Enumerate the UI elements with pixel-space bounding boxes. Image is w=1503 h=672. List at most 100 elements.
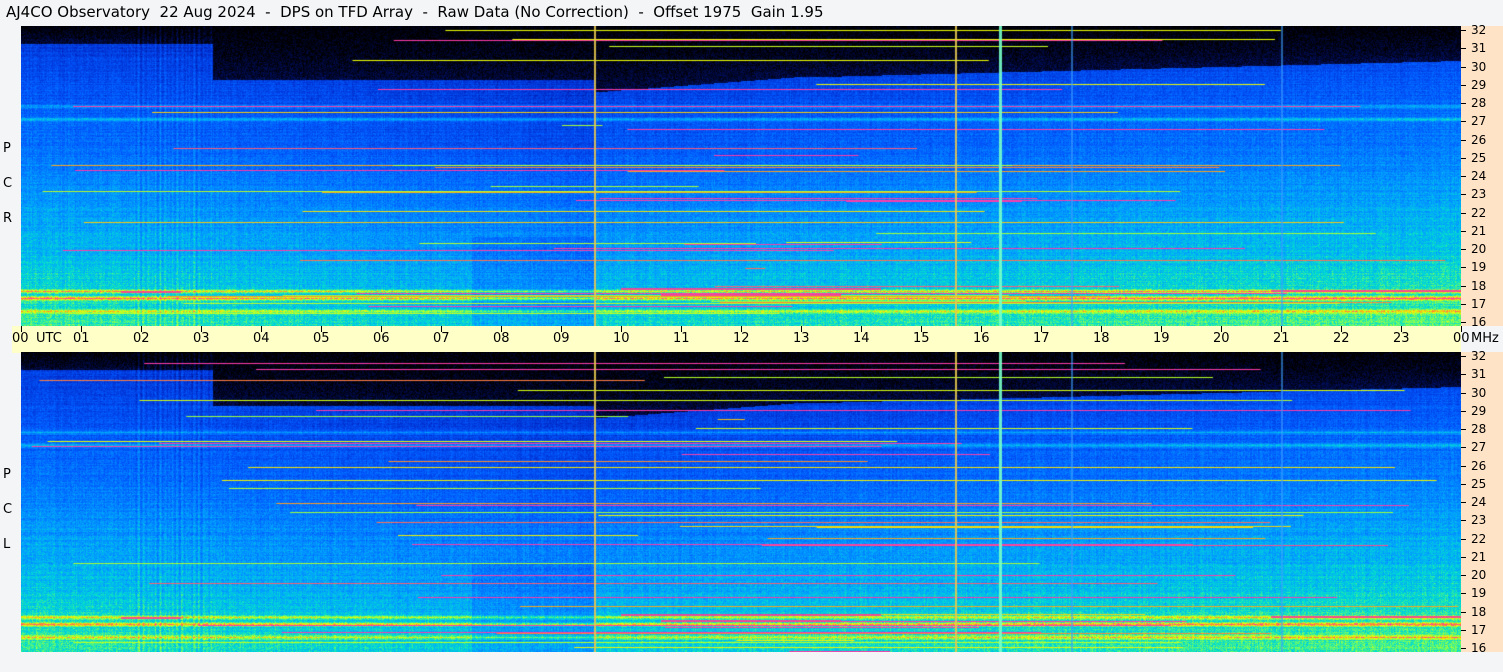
lcp-freq-tick-label: 22 bbox=[1471, 531, 1487, 546]
lcp-freq-tick bbox=[1461, 538, 1466, 540]
lcp-freq-tick-label: 31 bbox=[1471, 367, 1487, 382]
rcp-freq-tick-label: 23 bbox=[1471, 187, 1487, 202]
utc-tick-label: 15 bbox=[913, 331, 930, 346]
utc-tick-label: 09 bbox=[553, 331, 570, 346]
rcp-pol-letter: R bbox=[3, 211, 13, 226]
utc-tick-label: 11 bbox=[673, 331, 690, 346]
rcp-freq-tick-label: 16 bbox=[1471, 315, 1487, 329]
rcp-freq-tick bbox=[1461, 285, 1466, 287]
lcp-pol-letter: L bbox=[3, 537, 11, 552]
lcp-freq-tick bbox=[1461, 593, 1466, 595]
lcp-freq-tick bbox=[1461, 611, 1466, 613]
lcp-freq-tick bbox=[1461, 556, 1466, 558]
chart-title: AJ4CO Observatory 22 Aug 2024 - DPS on T… bbox=[6, 3, 824, 21]
lcp-freq-tick-label: 29 bbox=[1471, 403, 1487, 418]
rcp-freq-tick bbox=[1461, 303, 1466, 305]
utc-time-axis: 00 01 02 03 04 05 06 07 08 09 10 11 12 13 14 15 16 17 18 19… bbox=[12, 326, 1499, 353]
utc-tick-label: 23 bbox=[1393, 331, 1410, 346]
lcp-frequency-axis: 16 17 18 19 20 21 22 23 24 25 26 27 28 29 30 31 32 bbox=[1461, 349, 1503, 654]
utc-tick-label: 10 bbox=[613, 331, 630, 346]
rcp-freq-tick-label: 18 bbox=[1471, 278, 1487, 293]
rcp-freq-tick-label: 29 bbox=[1471, 77, 1487, 92]
utc-tick-label: 06 bbox=[373, 331, 390, 346]
rcp-pol-letter: C bbox=[3, 176, 13, 191]
utc-tick-label: 08 bbox=[493, 331, 510, 346]
rcp-freq-tick bbox=[1461, 230, 1466, 232]
rcp-freq-tick bbox=[1461, 267, 1466, 269]
lcp-freq-tick-label: 30 bbox=[1471, 385, 1487, 400]
utc-tick-label: 05 bbox=[313, 331, 330, 346]
utc-tick-label: 01 bbox=[73, 331, 90, 346]
lcp-freq-tick-label: 21 bbox=[1471, 549, 1487, 564]
utc-tick-label: 04 bbox=[253, 331, 270, 346]
lcp-freq-tick-label: 25 bbox=[1471, 476, 1487, 491]
lcp-freq-tick bbox=[1461, 356, 1466, 357]
utc-tick-label: 07 bbox=[433, 331, 450, 346]
rcp-freq-tick-label: 17 bbox=[1471, 296, 1487, 311]
rcp-freq-tick bbox=[1461, 157, 1466, 159]
lcp-freq-tick bbox=[1461, 648, 1466, 649]
rcp-freq-tick-label: 24 bbox=[1471, 169, 1487, 183]
lcp-freq-tick-label: 32 bbox=[1471, 349, 1487, 363]
lcp-freq-tick-label: 19 bbox=[1471, 586, 1487, 601]
lcp-freq-tick bbox=[1461, 575, 1466, 576]
lcp-freq-tick bbox=[1461, 392, 1466, 394]
lcp-freq-tick bbox=[1461, 629, 1466, 631]
lcp-freq-tick bbox=[1461, 465, 1466, 467]
utc-tick-label: 12 bbox=[733, 331, 750, 346]
rcp-freq-tick bbox=[1461, 212, 1466, 214]
utc-tick-label: 13 bbox=[793, 331, 810, 346]
utc-tick-label: 14 bbox=[853, 331, 870, 346]
lcp-freq-tick-label: 28 bbox=[1471, 422, 1487, 436]
rcp-freq-tick bbox=[1461, 48, 1466, 50]
mhz-unit-label: MHz bbox=[1471, 331, 1499, 346]
spectrogram-figure: { "title": "AJ4CO Observatory 22 Aug 202… bbox=[0, 0, 1503, 672]
lcp-freq-tick-label: 18 bbox=[1471, 604, 1487, 619]
lcp-pol-letter: C bbox=[3, 502, 13, 517]
rcp-freq-tick-label: 25 bbox=[1471, 150, 1487, 165]
utc-unit-label: UTC bbox=[36, 331, 62, 346]
rcp-freq-tick bbox=[1461, 121, 1466, 123]
rcp-freq-tick-label: 19 bbox=[1471, 260, 1487, 275]
rcp-freq-tick bbox=[1461, 103, 1466, 104]
rcp-freq-tick-label: 31 bbox=[1471, 41, 1487, 56]
lcp-freq-tick bbox=[1461, 410, 1466, 412]
lcp-spectrogram bbox=[21, 352, 1461, 652]
rcp-spectrogram bbox=[21, 26, 1461, 326]
lcp-freq-tick-label: 17 bbox=[1471, 622, 1487, 637]
lcp-freq-tick-label: 24 bbox=[1471, 495, 1487, 509]
lcp-freq-tick-label: 23 bbox=[1471, 513, 1487, 528]
rcp-freq-tick-label: 27 bbox=[1471, 114, 1487, 129]
rcp-freq-tick-label: 22 bbox=[1471, 205, 1487, 220]
rcp-freq-tick-label: 20 bbox=[1471, 242, 1487, 256]
rcp-freq-tick bbox=[1461, 176, 1466, 177]
rcp-freq-tick bbox=[1461, 66, 1466, 68]
rcp-pol-letter: P bbox=[3, 141, 11, 156]
utc-tick-label: 22 bbox=[1333, 331, 1350, 346]
rcp-freq-tick-label: 32 bbox=[1471, 23, 1487, 37]
lcp-freq-tick bbox=[1461, 429, 1466, 430]
lcp-freq-tick-label: 26 bbox=[1471, 458, 1487, 473]
rcp-freq-tick bbox=[1461, 194, 1466, 196]
lcp-freq-tick bbox=[1461, 374, 1466, 376]
lcp-freq-tick-label: 27 bbox=[1471, 440, 1487, 455]
utc-tick-label: 00 bbox=[1453, 331, 1470, 346]
rcp-freq-tick bbox=[1461, 139, 1466, 141]
utc-tick-label: 16 bbox=[973, 331, 990, 346]
rcp-frequency-axis: 16 17 18 19 20 21 22 23 24 25 26 27 28 29 30 31 32 bbox=[1461, 23, 1503, 329]
utc-tick-label: 20 bbox=[1213, 331, 1230, 346]
rcp-freq-tick bbox=[1461, 30, 1466, 31]
rcp-freq-tick-label: 30 bbox=[1471, 59, 1487, 74]
lcp-freq-tick bbox=[1461, 483, 1466, 485]
rcp-freq-tick-label: 26 bbox=[1471, 132, 1487, 147]
lcp-freq-tick bbox=[1461, 502, 1466, 503]
rcp-freq-tick-label: 21 bbox=[1471, 223, 1487, 238]
lcp-freq-tick-label: 20 bbox=[1471, 568, 1487, 582]
lcp-freq-tick bbox=[1461, 447, 1466, 449]
utc-tick-label: 03 bbox=[193, 331, 210, 346]
rcp-freq-tick bbox=[1461, 84, 1466, 86]
utc-tick-label: 02 bbox=[133, 331, 150, 346]
utc-tick-label: 17 bbox=[1033, 331, 1050, 346]
lcp-freq-tick bbox=[1461, 520, 1466, 522]
utc-tick-label: 21 bbox=[1273, 331, 1290, 346]
